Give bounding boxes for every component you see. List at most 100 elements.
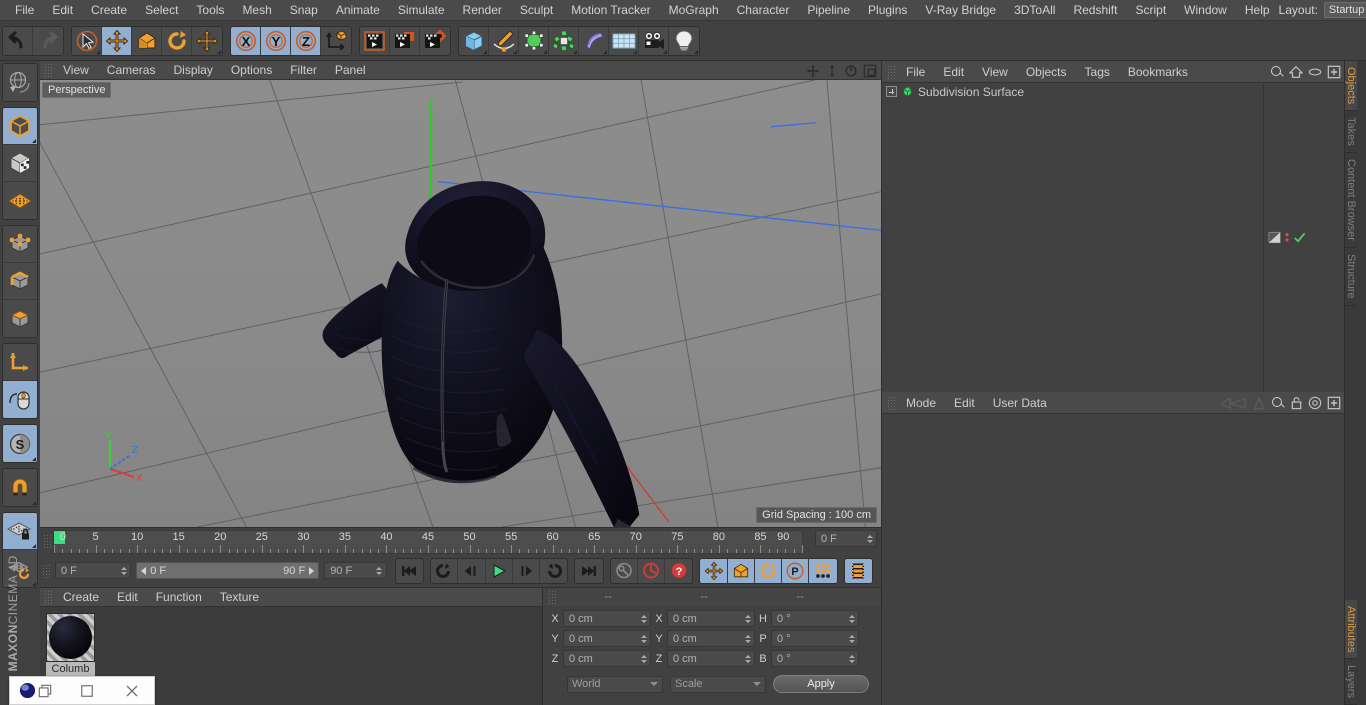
play-button[interactable]: [486, 558, 513, 583]
lock-y-axis-button[interactable]: Y: [261, 26, 291, 55]
add-light-button[interactable]: [669, 27, 699, 55]
attribute-menu-item-edit[interactable]: Edit: [945, 392, 984, 414]
material-menu-item-create[interactable]: Create: [54, 588, 108, 607]
add-layer-icon[interactable]: [1327, 65, 1341, 79]
viewport-menu-item-display[interactable]: Display: [164, 61, 221, 80]
lock-workplane-button[interactable]: [3, 513, 37, 550]
menu-item-create[interactable]: Create: [82, 0, 136, 21]
edge-tab-content-browser[interactable]: Content Browser: [1345, 153, 1357, 248]
preview-range-slider[interactable]: 0 F 90 F: [136, 562, 320, 579]
go-to-end-button[interactable]: [575, 559, 602, 583]
undo-button[interactable]: [3, 26, 33, 55]
redo-button[interactable]: [33, 27, 63, 55]
menu-item-redshift[interactable]: Redshift: [1064, 0, 1126, 21]
move-duplicate-tool[interactable]: [192, 27, 222, 55]
model-mode-button[interactable]: [3, 108, 37, 145]
transform-mode-dropdown[interactable]: Scale: [670, 675, 766, 693]
object-tree-body[interactable]: Subdivision Surface: [882, 83, 1344, 392]
menu-item-help[interactable]: Help: [1236, 0, 1279, 21]
menu-item-select[interactable]: Select: [136, 0, 187, 21]
edge-tab-structure[interactable]: Structure: [1345, 248, 1357, 306]
add-primitive-cube-button[interactable]: [459, 26, 489, 55]
stepper-icon[interactable]: [743, 614, 752, 623]
timeline-ruler[interactable]: 0 5 10 15 20 25 30 35 40 45 50 55 60 65 70 75 80 85 90: [53, 530, 803, 554]
size-y-field[interactable]: 0 cm: [667, 630, 755, 647]
panel-grip[interactable]: [43, 534, 53, 548]
menu-item-pipeline[interactable]: Pipeline: [798, 0, 859, 21]
position-x-field[interactable]: 0 cm: [563, 610, 651, 627]
current-frame-field[interactable]: 0 F: [55, 562, 132, 579]
search-icon[interactable]: [1270, 65, 1284, 79]
add-deformer-button[interactable]: [579, 26, 609, 55]
menu-item-tools[interactable]: Tools: [187, 0, 233, 21]
rotation-key-button[interactable]: [754, 558, 783, 583]
viewport-menu-item-filter[interactable]: Filter: [281, 61, 326, 80]
stepper-icon[interactable]: [119, 566, 128, 575]
panel-grip[interactable]: [887, 64, 897, 79]
back-arrow-icon[interactable]: [1219, 396, 1247, 410]
coordinate-system-dropdown[interactable]: World: [567, 675, 663, 693]
menu-item-mesh[interactable]: Mesh: [233, 0, 280, 21]
dolly-view-icon[interactable]: [825, 64, 839, 78]
menu-item-snap[interactable]: Snap: [281, 0, 327, 21]
viewport-menu-item-cameras[interactable]: Cameras: [98, 61, 165, 80]
menu-item-animate[interactable]: Animate: [327, 0, 389, 21]
go-to-start-button[interactable]: [396, 559, 423, 583]
edge-tab-objects[interactable]: Objects: [1345, 61, 1357, 112]
point-level-animation-button[interactable]: [809, 558, 837, 583]
play-backwards-button[interactable]: [431, 558, 459, 583]
expand-icon[interactable]: [886, 86, 897, 97]
position-key-button[interactable]: [700, 558, 728, 583]
menu-item-3dtoall[interactable]: 3DToAll: [1005, 0, 1064, 21]
menu-item-script[interactable]: Script: [1126, 0, 1175, 21]
stepper-icon[interactable]: [375, 566, 384, 575]
autokeying-button[interactable]: [638, 558, 666, 583]
menu-item-plugins[interactable]: Plugins: [859, 0, 916, 21]
home-icon[interactable]: [1289, 65, 1303, 79]
keyframe-selection-button[interactable]: ?: [665, 559, 692, 583]
material-menu-item-function[interactable]: Function: [147, 588, 211, 607]
material-menu-item-edit[interactable]: Edit: [108, 588, 147, 607]
rotate-tool[interactable]: [162, 26, 192, 55]
stepper-icon[interactable]: [847, 614, 856, 623]
window-icon-group[interactable]: [10, 677, 64, 704]
object-tree[interactable]: Subdivision Surface: [882, 83, 1263, 392]
magnet-tool-button[interactable]: [3, 469, 37, 506]
add-mograph-button[interactable]: [549, 26, 579, 55]
attribute-menu-item-user-data[interactable]: User Data: [984, 392, 1056, 414]
edge-tab-takes[interactable]: Takes: [1345, 111, 1357, 154]
undo-view-button[interactable]: [3, 64, 37, 101]
menu-item-edit[interactable]: Edit: [43, 0, 82, 21]
render-settings-button[interactable]: [420, 27, 450, 55]
stepper-icon[interactable]: [639, 654, 648, 663]
enable-axis-button[interactable]: [3, 344, 37, 381]
object-menu-item-view[interactable]: View: [973, 61, 1017, 83]
panel-grip[interactable]: [42, 563, 52, 578]
record-active-objects-button[interactable]: [611, 558, 638, 583]
close-window-button[interactable]: [109, 677, 154, 704]
restore-window-icon[interactable]: [38, 684, 52, 698]
menu-item-render[interactable]: Render: [454, 0, 511, 21]
material-thumbnail[interactable]: [46, 613, 95, 662]
stepper-icon[interactable]: [847, 654, 856, 663]
object-menu-item-bookmarks[interactable]: Bookmarks: [1119, 61, 1197, 83]
maximize-view-icon[interactable]: [863, 64, 877, 78]
panel-grip[interactable]: [548, 590, 558, 604]
range-left-arrow-icon[interactable]: [141, 566, 147, 575]
add-spline-button[interactable]: [489, 26, 519, 55]
scale-key-button[interactable]: [727, 558, 755, 583]
texture-mode-button[interactable]: [3, 145, 37, 182]
end-frame-field[interactable]: 90 F: [324, 562, 387, 579]
points-mode-button[interactable]: [3, 226, 37, 263]
timeline-view-button[interactable]: [844, 558, 872, 583]
menu-item-motion-tracker[interactable]: Motion Tracker: [562, 0, 659, 21]
layout-dropdown[interactable]: Startup: [1323, 2, 1366, 18]
stepper-icon[interactable]: [639, 634, 648, 643]
check-tag-icon[interactable]: [1293, 231, 1306, 244]
object-menu-item-edit[interactable]: Edit: [934, 61, 973, 83]
lock-icon[interactable]: [1290, 396, 1303, 410]
maximize-window-button[interactable]: [64, 677, 109, 704]
menu-item-sculpt[interactable]: Sculpt: [511, 0, 562, 21]
polygons-mode-button[interactable]: [3, 300, 37, 337]
add-camera-button[interactable]: [639, 26, 669, 55]
